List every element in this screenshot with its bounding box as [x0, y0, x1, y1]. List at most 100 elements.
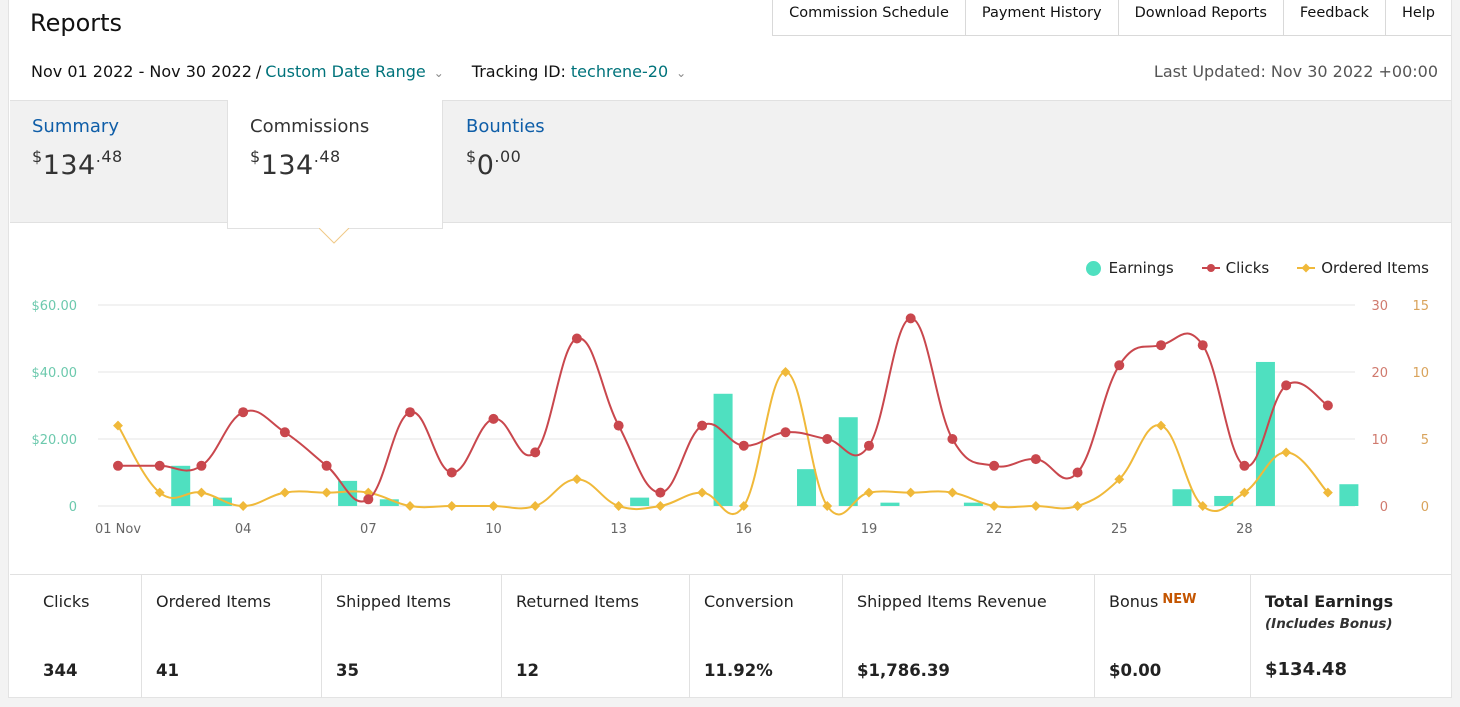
clicks-point: [113, 460, 123, 471]
tab-commissions-label: Commissions: [250, 116, 370, 137]
earnings-bar: [713, 393, 733, 506]
y-right-items-tick-label: 0: [1421, 500, 1429, 515]
earnings-bar: [880, 502, 900, 506]
y-right-clicks-tick-label: 0: [1380, 500, 1388, 515]
tracking-id-dropdown[interactable]: techrene-20: [571, 62, 668, 81]
x-tick-label: 04: [235, 522, 252, 537]
x-tick-label: 16: [736, 522, 753, 537]
stat-returned-items: Returned Items 12: [501, 575, 689, 698]
stat-ordered-items: Ordered Items 41: [141, 575, 321, 698]
clicks-point: [780, 427, 791, 438]
tab-summary-amount: $134.48: [32, 147, 123, 181]
earnings-bar: [838, 417, 858, 506]
ordered-items-point: [113, 420, 123, 431]
clicks-point: [613, 420, 624, 431]
earnings-bar: [797, 469, 817, 506]
x-tick-label: 28: [1236, 522, 1253, 537]
ordered-items-point: [196, 487, 207, 498]
y-right-items-tick-label: 5: [1421, 433, 1429, 448]
ordered-items-point: [1281, 447, 1292, 458]
earnings-bar: [1172, 489, 1192, 506]
ordered-items-point: [238, 501, 249, 511]
ordered-items-point: [864, 487, 874, 498]
help-link[interactable]: Help: [1384, 0, 1451, 35]
active-tab-pointer: [319, 228, 349, 244]
earnings-bar: [171, 465, 191, 506]
chevron-down-icon[interactable]: ⌄: [676, 66, 686, 80]
clicks-marker-icon: [1201, 263, 1220, 273]
ordered-items-point: [947, 487, 958, 498]
ordered-items-point: [655, 501, 666, 511]
y-left-tick-label: $40.00: [32, 366, 78, 381]
tab-bounties-label: Bounties: [466, 116, 545, 137]
tracking-label: Tracking ID:: [471, 62, 566, 81]
legend-earnings[interactable]: Earnings: [1085, 259, 1174, 277]
tab-summary-label: Summary: [32, 116, 119, 137]
clicks-point: [1322, 400, 1333, 411]
clicks-point: [1281, 380, 1292, 391]
feedback-link[interactable]: Feedback: [1282, 0, 1385, 35]
stat-clicks: Clicks 344: [43, 592, 90, 680]
clicks-point: [488, 413, 499, 424]
clicks-point: [947, 434, 958, 444]
legend-clicks[interactable]: Clicks: [1201, 259, 1269, 277]
commission-schedule-link[interactable]: Commission Schedule: [773, 0, 965, 35]
chart-legend: Earnings Clicks Ordered Items: [1085, 259, 1429, 277]
clicks-point: [1156, 340, 1167, 351]
stat-shipped-items-revenue: Shipped Items Revenue $1,786.39: [842, 575, 1094, 698]
clicks-point: [1072, 467, 1083, 478]
clicks-point: [321, 460, 332, 471]
commissions-chart: $60.00 $40.00 $20.00 0 30 20 10 0 15 10 5 0 01 Nov 04…: [32, 299, 1430, 537]
clicks-point: [1114, 360, 1125, 371]
stat-total-earnings: Total Earnings (Includes Bonus) $134.48: [1250, 575, 1451, 698]
tab-commissions-amount: $134.48: [250, 147, 341, 181]
clicks-point: [571, 333, 582, 344]
clicks-point: [238, 407, 249, 418]
earnings-marker-icon: [1085, 260, 1101, 276]
y-right-items-tick-label: 15: [1412, 299, 1429, 314]
date-separator: /: [255, 62, 262, 81]
chevron-down-icon[interactable]: ⌄: [434, 66, 444, 80]
clicks-point: [1030, 454, 1041, 465]
tab-summary[interactable]: Summary $134.48: [10, 100, 227, 223]
earnings-bar: [212, 497, 232, 506]
clicks-point: [1239, 460, 1250, 471]
ordered-items-point: [488, 501, 499, 511]
clicks-point: [655, 487, 666, 498]
clicks-point: [738, 440, 749, 451]
ordered-items-point: [780, 367, 791, 377]
date-range-dropdown[interactable]: Custom Date Range: [265, 62, 425, 81]
earnings-bar: [1339, 484, 1359, 506]
payment-history-link[interactable]: Payment History: [964, 0, 1118, 35]
tab-bounties[interactable]: Bounties $0.00: [444, 100, 661, 223]
tab-commissions[interactable]: Commissions $134.48: [227, 100, 443, 229]
download-reports-link[interactable]: Download Reports: [1117, 0, 1283, 35]
clicks-point: [363, 494, 374, 505]
legend-ordered-items[interactable]: Ordered Items: [1297, 259, 1429, 277]
stat-shipped-items: Shipped Items 35: [321, 575, 501, 698]
clicks-point: [446, 467, 457, 478]
last-updated: Last Updated: Nov 30 2022 +00:00: [1153, 62, 1438, 81]
ordered-items-marker-icon: [1297, 263, 1316, 273]
clicks-point: [989, 460, 1000, 471]
y-left-tick-label: $20.00: [32, 433, 78, 448]
ordered-items-point: [446, 501, 457, 511]
earnings-bar: [630, 497, 650, 506]
x-tick-label: 22: [986, 522, 1003, 537]
clicks-point: [196, 460, 207, 471]
y-left-tick-label: $60.00: [32, 299, 78, 314]
y-right-items-tick-label: 10: [1412, 366, 1429, 381]
date-range-text: Nov 01 2022 - Nov 30 2022: [31, 62, 252, 81]
clicks-point: [863, 440, 874, 451]
x-tick-label: 01 Nov: [95, 522, 141, 537]
y-right-clicks-tick-label: 30: [1371, 299, 1388, 314]
y-right-clicks-tick-label: 10: [1371, 433, 1388, 448]
ordered-items-point: [321, 487, 332, 498]
ordered-items-point: [697, 487, 708, 498]
earnings-bar: [963, 502, 983, 506]
top-nav: Commission Schedule Payment History Down…: [772, 0, 1451, 36]
clicks-point: [905, 313, 916, 324]
stat-bonus: Bonus NEW $0.00: [1094, 575, 1250, 698]
ordered-items-point: [613, 501, 624, 511]
clicks-point: [154, 460, 165, 471]
